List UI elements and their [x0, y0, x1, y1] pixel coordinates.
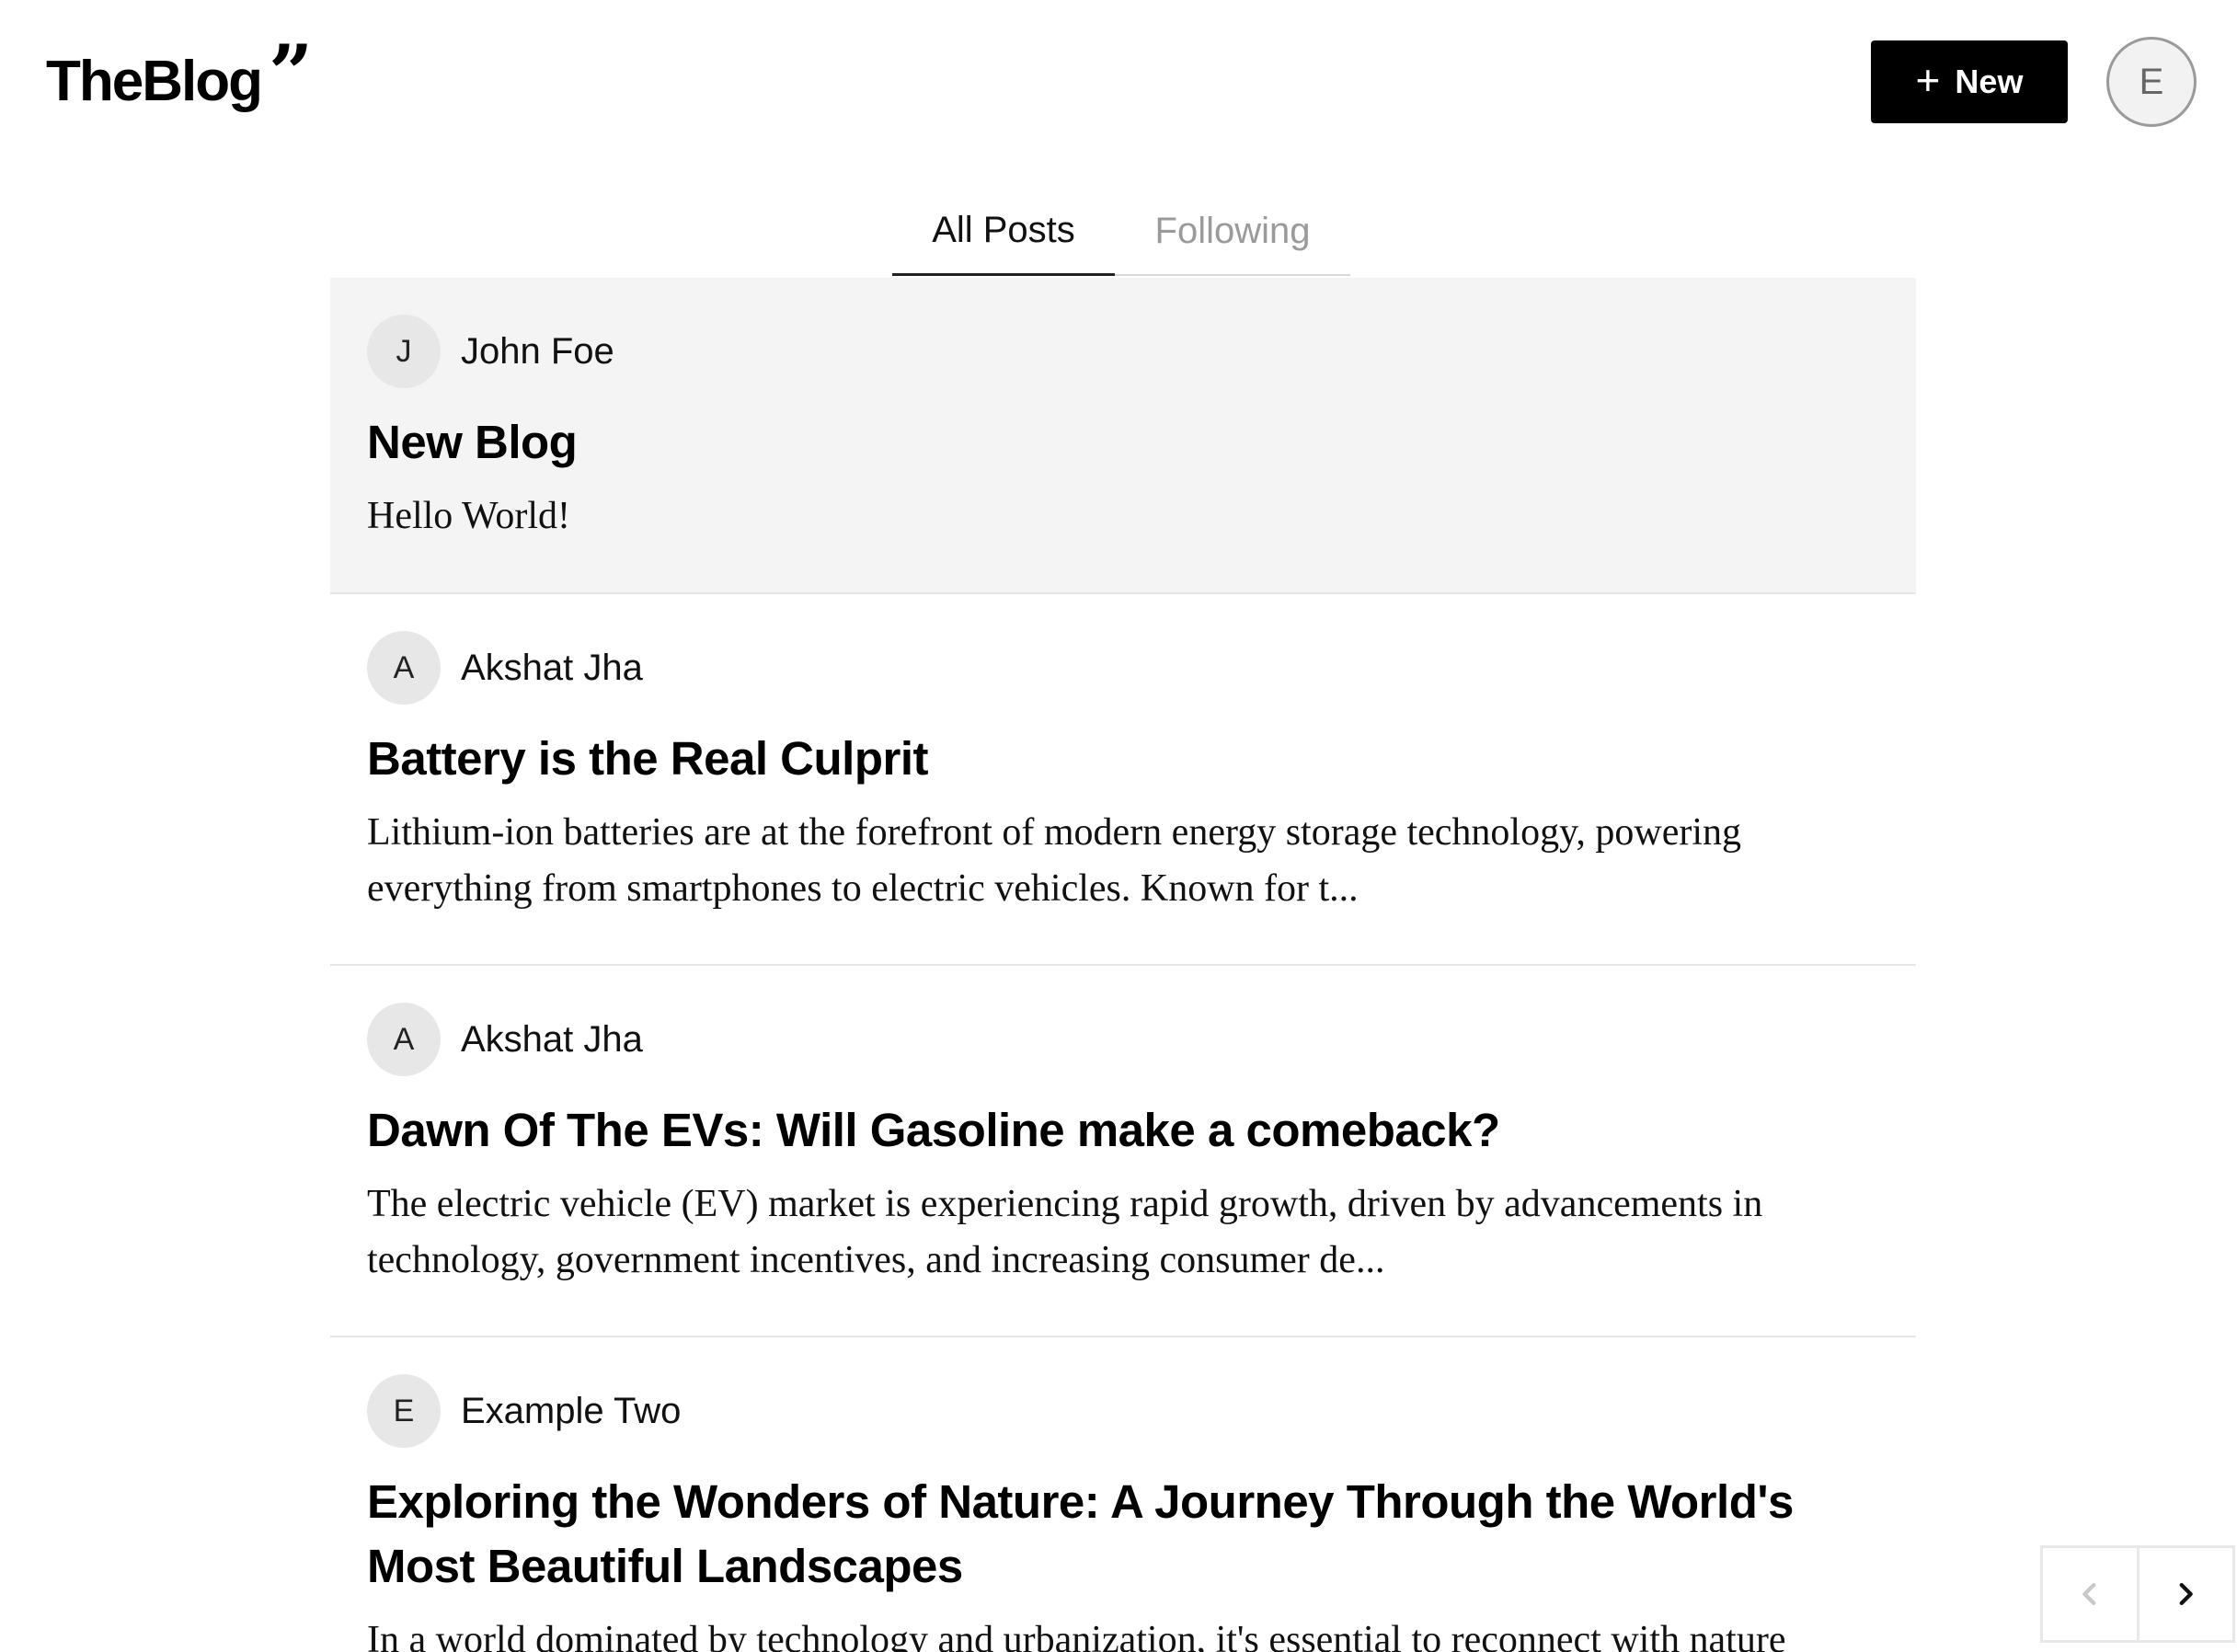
post-title: Battery is the Real Culprit: [367, 732, 928, 785]
post-card[interactable]: E Example Two Exploring the Wonders of N…: [330, 1337, 1916, 1652]
post-excerpt: In a world dominated by technology and u…: [367, 1619, 1786, 1652]
post-card[interactable]: A Akshat Jha Dawn Of The EVs: Will Gasol…: [330, 966, 1916, 1337]
next-page-button[interactable]: [2139, 1548, 2233, 1640]
feed-tabs: All Posts Following: [892, 188, 1350, 276]
author-avatar: A: [367, 631, 441, 705]
post-excerpt: The electric vehicle (EV) market is expe…: [367, 1183, 1763, 1281]
new-button-label: New: [1955, 63, 2024, 100]
chevron-right-icon: [2179, 1582, 2194, 1606]
post-author: J John Foe: [367, 315, 1879, 388]
author-avatar: A: [367, 1003, 441, 1076]
post-excerpt: Hello World!: [367, 495, 570, 537]
post-card[interactable]: J John Foe New Blog Hello World!: [330, 278, 1916, 594]
post-author: A Akshat Jha: [367, 631, 1879, 705]
logo-text: TheBlog: [46, 50, 263, 113]
chevron-left-icon: [2082, 1582, 2096, 1606]
pagination-controls: [2040, 1545, 2235, 1643]
post-author: E Example Two: [367, 1374, 1879, 1448]
post-excerpt: Lithium-ion batteries are at the forefro…: [367, 811, 1741, 910]
previous-page-button[interactable]: [2043, 1548, 2139, 1640]
post-title: Exploring the Wonders of Nature: A Journ…: [367, 1475, 1794, 1592]
header: TheBlog” + New E: [0, 0, 2237, 166]
post-author: A Akshat Jha: [367, 1003, 1879, 1076]
plus-icon: +: [1915, 56, 1941, 104]
author-name: Example Two: [461, 1390, 682, 1431]
post-title: Dawn Of The EVs: Will Gasoline make a co…: [367, 1104, 1500, 1156]
logo-quote-icon: ”: [268, 28, 313, 119]
author-name: Akshat Jha: [461, 647, 643, 688]
author-avatar: J: [367, 315, 441, 388]
tab-following[interactable]: Following: [1115, 188, 1350, 276]
post-card[interactable]: A Akshat Jha Battery is the Real Culprit…: [330, 594, 1916, 966]
author-name: John Foe: [461, 330, 614, 372]
tab-all-posts[interactable]: All Posts: [892, 188, 1115, 276]
post-title: New Blog: [367, 416, 578, 468]
page: TheBlog” + New E All Posts Following J J…: [0, 0, 2237, 1652]
logo[interactable]: TheBlog”: [46, 35, 313, 116]
user-avatar[interactable]: E: [2106, 37, 2197, 127]
author-name: Akshat Jha: [461, 1018, 643, 1060]
new-post-button[interactable]: + New: [1871, 40, 2068, 123]
post-feed: J John Foe New Blog Hello World! A Aksha…: [330, 278, 1916, 1652]
author-avatar: E: [367, 1374, 441, 1448]
